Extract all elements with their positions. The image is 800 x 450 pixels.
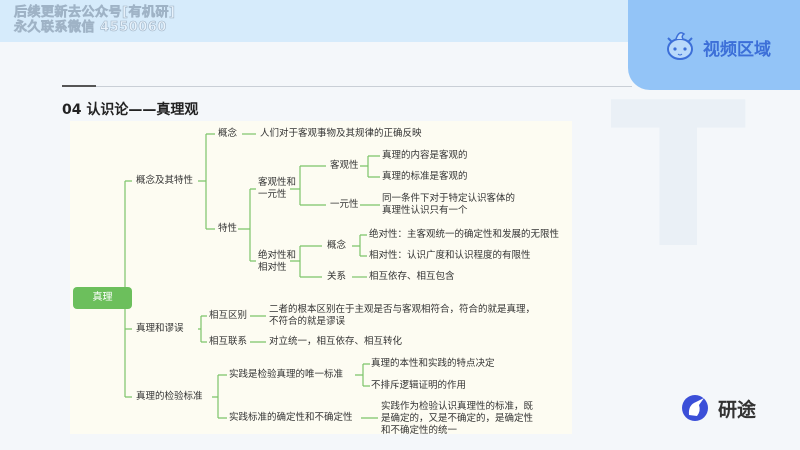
node-leaf: 实践作为检验认识真理性的标准，既 是确定的，又是不确定的，是确定性 和不确定性的统一 (381, 401, 533, 437)
node-truth-error: 真理和谬误 (136, 323, 184, 334)
watermark-text: 后续更新去公众号[有机研] 永久联系微信 4550060 (14, 5, 176, 36)
node-objective-unity: 客观性和 一元性 (258, 177, 296, 201)
node-leaf: 绝对性：主客观统一的确定性和发展的无限性 (369, 229, 560, 240)
node-test-standard: 真理的检验标准 (136, 391, 203, 402)
mascot-icon (667, 32, 693, 60)
node-relation: 关系 (327, 271, 347, 282)
node-text: 客观性和 (258, 177, 297, 188)
node-text: 二者的根本区别在于主观是否与客观相符合，符合的就是真理， (269, 304, 536, 315)
node-objectivity: 客观性 (330, 160, 359, 171)
node-concept-2: 概念 (327, 240, 347, 251)
mindmap-connectors (124, 133, 380, 419)
node-connection: 相互联系 (209, 336, 248, 347)
node-difference: 相互区别 (209, 310, 248, 321)
node-concept-text: 人们对于客观事物及其规律的正确反映 (260, 128, 422, 139)
node-text: 真理性认识只有一个 (382, 205, 468, 216)
mindmap: 真理 概念及其特性 概念 人们对于客观事物及其规律的正确反映 特性 客观性和 一元… (70, 121, 572, 437)
node-leaf: 真理的本性和实践的特点决定 (371, 358, 495, 369)
node-text: 是确定的，又是不确定的，是确定性 (381, 413, 534, 424)
node-leaf: 相对性：认识广度和认识程度的有限性 (369, 250, 531, 261)
video-area-label: 视频区域 (703, 40, 771, 60)
node-only-standard: 实践是检验真理的唯一标准 (229, 369, 344, 380)
node-text: 和不确定性的统一 (381, 425, 458, 436)
node-text: 绝对性和 (258, 250, 297, 261)
node-text: 不符合的就是谬误 (269, 316, 346, 327)
node-leaf: 相互依存、相互包含 (369, 271, 455, 282)
node-certainty: 实践标准的确定性和不确定性 (229, 412, 353, 423)
video-area: 视频区域 (628, 0, 800, 90)
divider-accent (62, 85, 96, 87)
node-concept: 概念 (218, 128, 238, 139)
node-concept-traits: 概念及其特性 (136, 175, 194, 186)
node-leaf: 同一条件下对于特定认识客体的 真理性认识只有一个 (382, 193, 515, 217)
watermark-line-2: 永久联系微信 4550060 (14, 20, 167, 36)
unicorn-logo-icon (682, 395, 708, 421)
node-text: 实践作为检验认识真理性的标准，既 (381, 401, 534, 412)
node-text: 同一条件下对于特定认识客体的 (382, 193, 516, 204)
background-watermark: T (610, 60, 747, 293)
node-leaf: 真理的内容是客观的 (382, 150, 468, 161)
watermark-line-1: 后续更新去公众号[有机研] (14, 5, 176, 21)
root-node: 真理 (73, 287, 132, 309)
brand-logo: 研途 (680, 393, 756, 423)
node-leaf: 真理的标准是客观的 (382, 171, 468, 182)
node-unity: 一元性 (330, 199, 359, 210)
node-leaf: 二者的根本区别在于主观是否与客观相符合，符合的就是真理， 不符合的就是谬误 (269, 304, 535, 328)
node-leaf: 对立统一，相互依存、相互转化 (269, 336, 403, 347)
divider (62, 86, 632, 87)
node-leaf: 不排斥逻辑证明的作用 (371, 380, 467, 391)
node-text: 一元性 (258, 189, 287, 200)
node-traits: 特性 (218, 223, 238, 234)
node-absolute-relative: 绝对性和 相对性 (258, 250, 296, 274)
brand-name: 研途 (718, 398, 757, 421)
page-title: 04 认识论——真理观 (62, 102, 199, 118)
node-text: 相对性 (258, 262, 287, 273)
